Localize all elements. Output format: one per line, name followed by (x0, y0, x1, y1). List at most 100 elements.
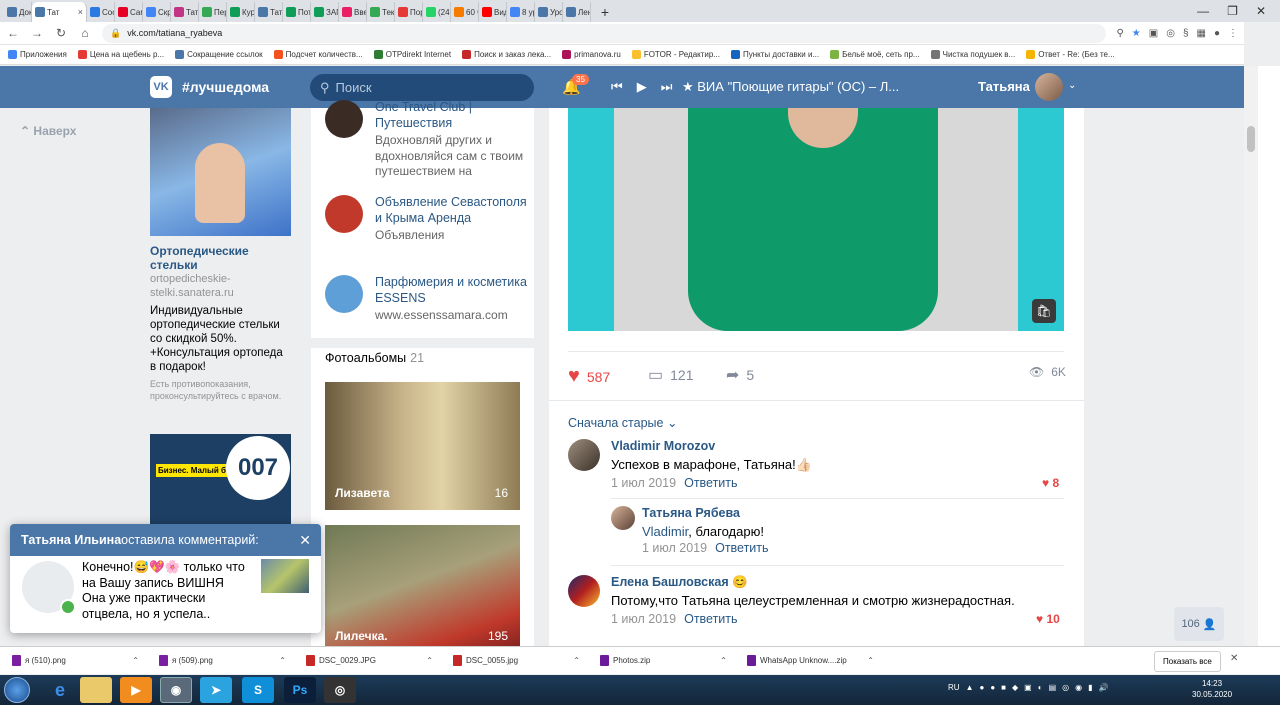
reply-button[interactable]: Ответить (684, 612, 737, 626)
bookmark-item[interactable]: Ответ - Re: (Без те... (1026, 50, 1115, 59)
browser-tab[interactable]: (24)× (423, 2, 451, 22)
tray-icon[interactable]: ▤ (1049, 683, 1057, 692)
bookmark-item[interactable]: Приложения (8, 50, 67, 59)
chevron-up-icon[interactable]: ⌃ (573, 656, 580, 665)
comment-author[interactable]: Vladimir Morozov (611, 439, 715, 453)
forward-icon[interactable]: → (30, 26, 44, 40)
browser-tab[interactable]: ЗАГ× (311, 2, 339, 22)
comment-date[interactable]: 1 июл 2019 (642, 541, 707, 555)
download-item[interactable]: я (509).png ⌃ (147, 647, 294, 675)
star-icon[interactable]: ★ (1132, 28, 1141, 39)
comment-mention[interactable]: Vladimir (642, 524, 688, 539)
browser-tab[interactable]: Тек× (367, 2, 395, 22)
browser-tab[interactable]: 60 ч× (451, 2, 479, 22)
bookmark-item[interactable]: FOTOR - Редактир... (631, 50, 720, 59)
close-icon[interactable]: ✕ (299, 532, 311, 549)
comment-like[interactable]: ♥ 10 (1036, 612, 1060, 626)
scrollbar[interactable] (1244, 66, 1258, 646)
browser-tab[interactable]: Тат× (32, 2, 87, 22)
browser-tab[interactable]: Вид× (479, 2, 507, 22)
ad-url[interactable]: ortopedicheskie-stelki.sanatera.ru (150, 272, 292, 300)
tray-icon[interactable]: ◐ (1038, 683, 1043, 692)
browser-tab[interactable]: Соо× (87, 2, 115, 22)
chevron-up-icon[interactable]: ⌃ (279, 656, 286, 665)
bookmark-item[interactable]: Подсчет количеств... (273, 50, 363, 59)
like-button[interactable]: ♥ 587 (568, 365, 610, 388)
play-icon[interactable]: ▶ (637, 79, 647, 95)
group-name[interactable]: Парфюмерия и косметика ESSENS (375, 275, 534, 306)
bookmark-item[interactable]: Бельё моё, сеть пр... (830, 50, 920, 59)
obs-icon[interactable]: ◎ (324, 677, 356, 703)
friends-online-button[interactable]: 106 👤 (1174, 607, 1224, 641)
skype-icon[interactable]: S (242, 677, 274, 703)
group-name[interactable]: One Travel Club | Путешествия (375, 100, 534, 131)
download-item[interactable]: WhatsApp Unknow....zip ⌃ (735, 647, 882, 675)
browser-tab[interactable]: Уро× (535, 2, 563, 22)
network-icon[interactable]: ▮ (1088, 683, 1092, 692)
bookmark-item[interactable]: Чистка подушек в... (930, 50, 1015, 59)
post-thumbnail[interactable] (261, 559, 309, 593)
ad-image[interactable] (150, 108, 291, 236)
tray-icon[interactable]: ◎ (1062, 683, 1069, 692)
reply-button[interactable]: Ответить (684, 476, 737, 490)
avatar[interactable] (611, 506, 635, 530)
back-icon[interactable]: ← (6, 26, 20, 40)
browser-tab[interactable]: Тат× (171, 2, 199, 22)
comment-like[interactable]: ♥ 8 (1042, 476, 1059, 490)
browser-tab[interactable]: Пот× (283, 2, 311, 22)
address-bar[interactable]: 🔒 vk.com/tatiana_ryabeva (102, 23, 1107, 43)
group-item[interactable]: Объявление Севастополя и Крыма Аренда Объ… (325, 195, 534, 244)
photoshop-icon[interactable]: Ps (284, 677, 316, 703)
bookmark-item[interactable]: Поиск и заказ лека... (462, 50, 551, 59)
vk-hashtag[interactable]: #лучшедома (182, 79, 269, 95)
minimize-icon[interactable]: — (1197, 4, 1209, 18)
bookmark-item[interactable]: OTPdirekt Internet (373, 50, 451, 59)
chevron-up-icon[interactable]: ⌃ (426, 656, 433, 665)
bookmark-item[interactable]: Сокращение ссылок (175, 50, 263, 59)
file-explorer-icon[interactable] (80, 677, 112, 703)
extension-icon[interactable]: § (1183, 28, 1189, 39)
tray-icon[interactable]: ◆ (1012, 683, 1018, 692)
tray-icon[interactable]: ● (990, 683, 995, 692)
browser-tab[interactable]: Скр× (143, 2, 171, 22)
album-card[interactable]: Лизавета 16 (325, 382, 520, 510)
comment-notification[interactable]: Татьяна Ильина оставила комментарий: ✕ К… (10, 524, 321, 633)
comment-author[interactable]: Татьяна Рябева (642, 506, 740, 520)
menu-icon[interactable]: ⋮ (1228, 28, 1238, 39)
browser-tab[interactable]: Док× (4, 2, 32, 22)
bookmark-item[interactable]: Пункты доставки и... (731, 50, 819, 59)
telegram-icon[interactable]: ➤ (200, 677, 232, 703)
volume-icon[interactable]: 🔊 (1099, 683, 1109, 692)
extension-icon[interactable]: ▦ (1197, 28, 1206, 39)
download-item[interactable]: DSC_0055.jpg ⌃ (441, 647, 588, 675)
comment-date[interactable]: 1 июл 2019 (611, 476, 676, 490)
avatar[interactable] (22, 561, 76, 615)
chevron-down-icon[interactable]: ⌄ (1068, 80, 1076, 91)
tray-icon[interactable]: ● (979, 683, 984, 692)
scroll-up-button[interactable]: ⌃ Наверх (20, 124, 76, 138)
new-tab-icon[interactable]: + (595, 2, 615, 22)
next-track-icon[interactable]: ⏭ (661, 79, 673, 95)
search-input[interactable]: ⚲ Поиск (310, 74, 534, 101)
avatar[interactable] (568, 575, 600, 607)
media-player-icon[interactable]: ▶ (120, 677, 152, 703)
close-window-icon[interactable]: ✕ (1256, 4, 1266, 18)
chevron-up-icon[interactable]: ⌃ (132, 656, 139, 665)
extension-icon[interactable]: ▣ (1149, 28, 1158, 39)
bookmark-item[interactable]: Цена на щебень р... (77, 50, 164, 59)
show-all-downloads-button[interactable]: Показать все (1154, 651, 1221, 672)
previous-track-icon[interactable]: ⏮ (611, 79, 623, 95)
browser-tab[interactable]: Тат× (255, 2, 283, 22)
search-icon[interactable]: ⚲ (1116, 28, 1123, 39)
comment-date[interactable]: 1 июл 2019 (611, 612, 676, 626)
close-tab-icon[interactable]: × (78, 7, 83, 17)
browser-tab[interactable]: Пор× (395, 2, 423, 22)
download-item[interactable]: Photos.zip ⌃ (588, 647, 735, 675)
group-item[interactable]: Парфюмерия и косметика ESSENS www.essenss… (325, 275, 534, 324)
clock[interactable]: 14:23 30.05.2020 (1192, 678, 1232, 700)
chrome-icon[interactable]: ◉ (160, 677, 192, 703)
internet-explorer-icon[interactable]: e (44, 677, 76, 703)
share-button[interactable]: ➦ 5 (726, 365, 754, 385)
chevron-up-icon[interactable]: ⌃ (867, 656, 874, 665)
post-image[interactable]: 🛍 (568, 108, 1064, 331)
